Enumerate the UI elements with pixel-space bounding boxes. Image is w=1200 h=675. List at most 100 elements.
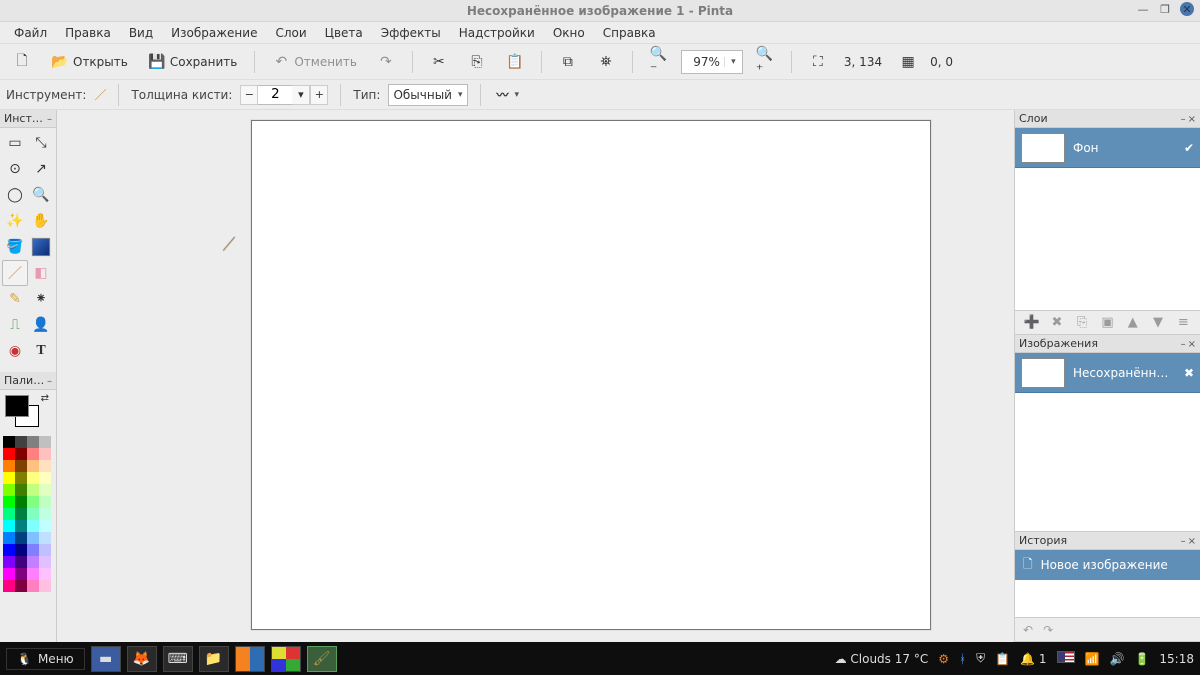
close-image-icon[interactable]: ✖: [1184, 366, 1194, 380]
color-swatch[interactable]: [39, 472, 51, 484]
tray-battery-icon[interactable]: 🔋: [1134, 652, 1149, 666]
smooth-mode-combo[interactable]: 〰 ▾: [493, 84, 524, 106]
color-swatch[interactable]: [39, 520, 51, 532]
tool-clone-stamp[interactable]: ⎍: [2, 312, 28, 338]
color-swatch[interactable]: [39, 484, 51, 496]
paste-button[interactable]: 📋: [499, 49, 531, 75]
color-swatch[interactable]: [3, 532, 15, 544]
color-swatch[interactable]: [3, 448, 15, 460]
tray-update-icon[interactable]: ⚙: [938, 652, 949, 666]
color-swatch[interactable]: [39, 568, 51, 580]
tray-weather[interactable]: ☁ Clouds 17 °C: [835, 652, 929, 666]
open-button[interactable]: 📂Открыть: [44, 49, 135, 75]
zoom-level-combo[interactable]: 97% ▾: [681, 50, 743, 74]
image-row[interactable]: Несохранённ… ✖: [1015, 353, 1200, 393]
tool-recolor[interactable]: 👤: [28, 312, 54, 338]
color-swatch[interactable]: [27, 496, 39, 508]
menu-effects[interactable]: Эффекты: [373, 23, 449, 43]
panel-minimize-icon[interactable]: –: [1181, 536, 1186, 547]
color-swatch[interactable]: [3, 568, 15, 580]
duplicate-layer-icon[interactable]: ⎘: [1073, 314, 1091, 332]
tray-clock[interactable]: 15:18: [1159, 652, 1194, 666]
color-swatch[interactable]: [15, 484, 27, 496]
zoom-in-button[interactable]: 🔍⁺: [749, 49, 781, 75]
menu-file[interactable]: Файл: [6, 23, 55, 43]
add-layer-icon[interactable]: ➕: [1023, 314, 1041, 332]
color-swatch[interactable]: [3, 544, 15, 556]
tool-ellipse-select[interactable]: ◯: [2, 182, 28, 208]
menu-colors[interactable]: Цвета: [317, 23, 371, 43]
menu-help[interactable]: Справка: [595, 23, 664, 43]
crop-button[interactable]: ⧉: [552, 49, 584, 75]
foreground-color-swatch[interactable]: [5, 395, 29, 417]
color-swatch[interactable]: [27, 580, 39, 592]
tool-move-selected[interactable]: ⤡: [28, 130, 54, 156]
layer-row[interactable]: Фон ✔: [1015, 128, 1200, 168]
color-swatch[interactable]: [39, 580, 51, 592]
panel-minimize-icon[interactable]: –: [1181, 114, 1186, 125]
task-app1[interactable]: [235, 646, 265, 672]
cut-button[interactable]: ✂: [423, 49, 455, 75]
tool-text[interactable]: T: [28, 338, 54, 364]
task-firefox[interactable]: 🦊: [127, 646, 157, 672]
tray-keyboard-layout[interactable]: [1057, 651, 1075, 666]
tool-shapes[interactable]: ◉: [2, 338, 28, 364]
panel-close-icon[interactable]: ×: [1188, 339, 1196, 350]
copy-button[interactable]: ⎘: [461, 49, 493, 75]
color-swatch[interactable]: [39, 544, 51, 556]
move-up-icon[interactable]: ▲: [1124, 314, 1142, 332]
tray-notifications[interactable]: 🔔 1: [1020, 652, 1046, 666]
tool-eraser[interactable]: ◧: [28, 260, 54, 286]
zoom-out-button[interactable]: 🔍⁻: [643, 49, 675, 75]
color-swatch[interactable]: [27, 508, 39, 520]
color-swatch[interactable]: [15, 532, 27, 544]
new-button[interactable]: 🗋: [6, 49, 38, 75]
color-swatch[interactable]: [3, 496, 15, 508]
tool-color-picker[interactable]: ⁕: [28, 286, 54, 312]
color-swatch[interactable]: [15, 448, 27, 460]
swap-colors-icon[interactable]: ⇄: [41, 393, 49, 404]
panel-minimize-icon[interactable]: –: [47, 376, 52, 387]
undo-button[interactable]: ↶Отменить: [265, 49, 364, 75]
color-swatch[interactable]: [15, 460, 27, 472]
color-swatch[interactable]: [39, 556, 51, 568]
color-swatch[interactable]: [3, 484, 15, 496]
brush-width-input[interactable]: [258, 85, 292, 105]
tray-volume-icon[interactable]: 🔊: [1110, 652, 1125, 666]
color-swatch[interactable]: [3, 508, 15, 520]
color-swatch[interactable]: [39, 436, 51, 448]
color-swatch[interactable]: [27, 544, 39, 556]
brush-type-combo[interactable]: Обычный ▾: [388, 84, 467, 106]
tool-pan[interactable]: ✋: [28, 208, 54, 234]
menu-edit[interactable]: Правка: [57, 23, 119, 43]
tool-zoom[interactable]: 🔍: [28, 182, 54, 208]
tray-security-icon[interactable]: ⛨: [976, 651, 985, 666]
color-swatch[interactable]: [15, 508, 27, 520]
tool-pencil[interactable]: ✎: [2, 286, 28, 312]
close-button[interactable]: ✕: [1180, 2, 1194, 16]
panel-minimize-icon[interactable]: –: [1181, 339, 1186, 350]
start-menu-button[interactable]: 🐧 Меню: [6, 648, 85, 670]
color-swatch[interactable]: [3, 472, 15, 484]
color-swatch[interactable]: [15, 556, 27, 568]
color-swatch[interactable]: [27, 484, 39, 496]
color-swatch[interactable]: [15, 544, 27, 556]
task-pinta[interactable]: 🖌: [307, 646, 337, 672]
history-row[interactable]: 🗋 Новое изображение: [1015, 550, 1200, 580]
move-down-icon[interactable]: ▼: [1149, 314, 1167, 332]
tool-rect-select[interactable]: ▭: [2, 130, 28, 156]
task-app2[interactable]: [271, 646, 301, 672]
brush-width-increment[interactable]: +: [310, 85, 328, 105]
brush-width-dropdown[interactable]: ▾: [292, 85, 310, 105]
color-swatch[interactable]: [15, 496, 27, 508]
color-swatch[interactable]: [39, 460, 51, 472]
color-swatch[interactable]: [27, 532, 39, 544]
minimize-button[interactable]: —: [1136, 2, 1150, 16]
tool-magic-wand[interactable]: ✨: [2, 208, 28, 234]
color-swatch[interactable]: [27, 436, 39, 448]
crop-to-selection-button[interactable]: ⛶: [802, 49, 834, 75]
color-swatch[interactable]: [15, 520, 27, 532]
merge-down-icon[interactable]: ▣: [1098, 314, 1116, 332]
color-swatch[interactable]: [15, 568, 27, 580]
color-swatch[interactable]: [3, 556, 15, 568]
